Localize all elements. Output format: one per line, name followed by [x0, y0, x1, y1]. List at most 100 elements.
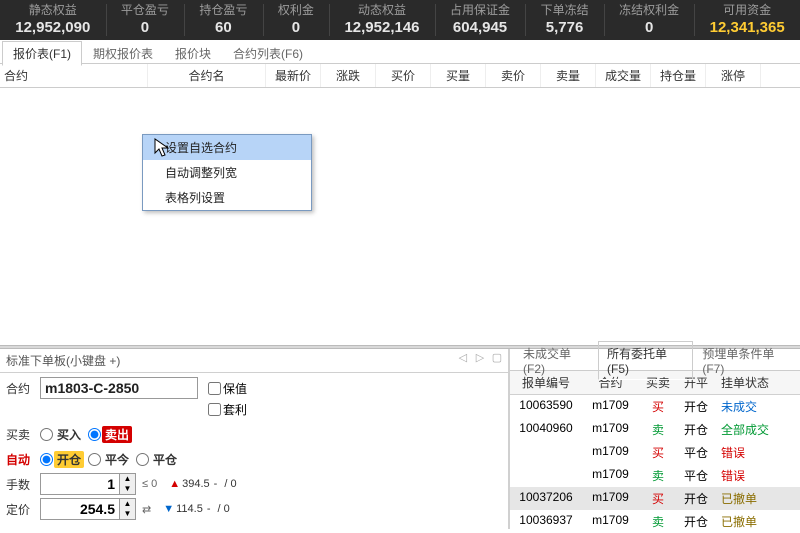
label-qty: 手数 [6, 476, 40, 493]
price-col-header[interactable]: 最新价 [266, 64, 321, 87]
radio-close[interactable]: 平仓 [136, 451, 180, 468]
price-input[interactable] [41, 499, 119, 519]
tab-all-orders[interactable]: 所有委托单(F5) [598, 341, 693, 380]
cell-id: 10063590 [510, 395, 582, 418]
order-row[interactable]: 10037206m1709买开仓已撤单 [510, 487, 800, 510]
stat-cell: 冻结权利金0 [604, 0, 695, 40]
order-list-panel: 未成交单(F2) 所有委托单(F5) 预埋单条件单(F7) 报单编号合约买卖开平… [510, 349, 800, 529]
price-col-header[interactable]: 卖量 [541, 64, 596, 87]
ref-dash2: / 0 [215, 503, 230, 515]
price-col-header[interactable]: 卖价 [486, 64, 541, 87]
spin-down-icon[interactable]: ▼ [120, 509, 135, 519]
pane-close-icon[interactable]: ▢ [490, 351, 504, 364]
price-col-header[interactable]: 持仓量 [651, 64, 706, 87]
label-auto: 自动 [6, 451, 40, 468]
cell-buysell: 买 [639, 441, 677, 464]
label-contract: 合约 [6, 380, 40, 397]
price-col-header[interactable]: 成交量 [596, 64, 651, 87]
radio-close-today[interactable]: 平今 [88, 451, 132, 468]
cell-openclose: 开仓 [677, 395, 715, 418]
stat-cell: 下单冻结5,776 [525, 0, 604, 40]
ref-upper: 394.5 [169, 478, 209, 490]
cell-contract: m1709 [582, 418, 639, 441]
nav-tab-option[interactable]: 期权报价表 [82, 41, 164, 66]
stat-cell: 平仓盈亏0 [106, 0, 185, 40]
order-row[interactable]: m1709买平仓错误 [510, 441, 800, 464]
stat-label: 冻结权利金 [610, 2, 689, 18]
price-spinner[interactable]: ▲▼ [40, 498, 136, 520]
stat-value: 12,341,365 [700, 18, 794, 38]
stat-cell: 动态权益12,952,146 [329, 0, 435, 40]
status-bar: 静态权益12,952,090平仓盈亏0持仓盈亏60权利金0动态权益12,952,… [0, 0, 800, 40]
cell-id [510, 441, 582, 464]
stat-value: 604,945 [441, 18, 520, 38]
context-menu-item-column-settings[interactable]: 表格列设置 [143, 185, 311, 210]
radio-open[interactable]: 开仓 [40, 451, 84, 468]
nav-tabs: 报价表(F1) 期权报价表 报价块 合约列表(F6) [0, 40, 800, 64]
stat-cell: 持仓盈亏60 [184, 0, 263, 40]
tab-conditional[interactable]: 预埋单条件单(F7) [693, 341, 800, 380]
stat-label: 持仓盈亏 [190, 2, 257, 18]
cell-contract: m1709 [582, 510, 639, 533]
cell-buysell: 买 [639, 487, 677, 510]
cell-buysell: 卖 [639, 464, 677, 487]
contract-input[interactable] [40, 377, 198, 399]
qty-spinner[interactable]: ▲▼ [40, 473, 136, 495]
price-col-header[interactable]: 买量 [431, 64, 486, 87]
price-col-header[interactable]: 合约 [0, 64, 148, 87]
stat-value: 60 [190, 18, 257, 38]
cell-id: 10036937 [510, 510, 582, 533]
stat-label: 静态权益 [6, 2, 100, 18]
stat-label: 占用保证金 [441, 2, 520, 18]
order-row[interactable]: m1709卖平仓错误 [510, 464, 800, 487]
order-panel: 标准下单板(小键盘 +) ◁ ▷ ▢ 合约 保值 套利 买卖 买入 卖出 [0, 349, 510, 529]
cell-openclose: 开仓 [677, 418, 715, 441]
radio-buy[interactable]: 买入 [40, 426, 84, 443]
nav-tab-quote[interactable]: 报价表(F1) [2, 41, 82, 66]
price-table-header: 合约合约名最新价涨跌买价买量卖价卖量成交量持仓量涨停 [0, 64, 800, 88]
nav-tab-block[interactable]: 报价块 [164, 41, 222, 66]
stat-value: 0 [269, 18, 324, 38]
price-col-header[interactable]: 合约名 [148, 64, 266, 87]
cell-buysell: 卖 [639, 418, 677, 441]
spin-up-icon[interactable]: ▲ [120, 474, 135, 484]
cell-contract: m1709 [582, 487, 639, 510]
checkbox-hedge[interactable]: 保值 [208, 380, 247, 397]
order-row[interactable]: 10040960m1709卖开仓全部成交 [510, 418, 800, 441]
context-menu-item-set-custom[interactable]: 设置自选合约 [143, 135, 311, 160]
stat-cell: 权利金0 [263, 0, 330, 40]
context-menu-item-auto-width[interactable]: 自动调整列宽 [143, 160, 311, 185]
spin-up-icon[interactable]: ▲ [120, 499, 135, 509]
cell-status: 已撤单 [715, 510, 787, 533]
spin-down-icon[interactable]: ▼ [120, 484, 135, 494]
qty-limit: ≤ 0 [142, 478, 157, 490]
price-col-header[interactable]: 涨停 [706, 64, 761, 87]
label-price: 定价 [6, 501, 40, 518]
context-menu: 设置自选合约 自动调整列宽 表格列设置 [142, 134, 312, 211]
cell-status: 全部成交 [715, 418, 787, 441]
qty-input[interactable] [41, 474, 119, 494]
order-panel-title: 标准下单板(小键盘 +) [6, 354, 120, 368]
stat-value: 12,952,090 [6, 18, 100, 38]
nav-tab-list[interactable]: 合约列表(F6) [222, 41, 314, 66]
cell-status: 错误 [715, 441, 787, 464]
stat-value: 5,776 [531, 18, 598, 38]
order-row[interactable]: 10063590m1709买开仓未成交 [510, 395, 800, 418]
price-col-header[interactable]: 涨跌 [321, 64, 376, 87]
checkbox-arbitrage[interactable]: 套利 [208, 401, 247, 418]
order-row[interactable]: 10036937m1709卖开仓已撤单 [510, 510, 800, 533]
stat-cell: 可用资金12,341,365 [694, 0, 800, 40]
price-toggle-icon[interactable]: ⇄ [142, 503, 151, 516]
pane-left-icon[interactable]: ◁ [456, 351, 470, 364]
cell-id [510, 464, 582, 487]
pane-right-icon[interactable]: ▷ [473, 351, 487, 364]
tab-pending[interactable]: 未成交单(F2) [514, 341, 598, 380]
stat-cell: 静态权益12,952,090 [0, 0, 106, 40]
ref-dash1: / 0 [221, 478, 236, 490]
ref-lower: 114.5 [163, 503, 203, 515]
cell-id: 10040960 [510, 418, 582, 441]
order-list-tabs: 未成交单(F2) 所有委托单(F5) 预埋单条件单(F7) [510, 349, 800, 371]
cell-openclose: 开仓 [677, 487, 715, 510]
radio-sell[interactable]: 卖出 [88, 426, 132, 443]
price-col-header[interactable]: 买价 [376, 64, 431, 87]
